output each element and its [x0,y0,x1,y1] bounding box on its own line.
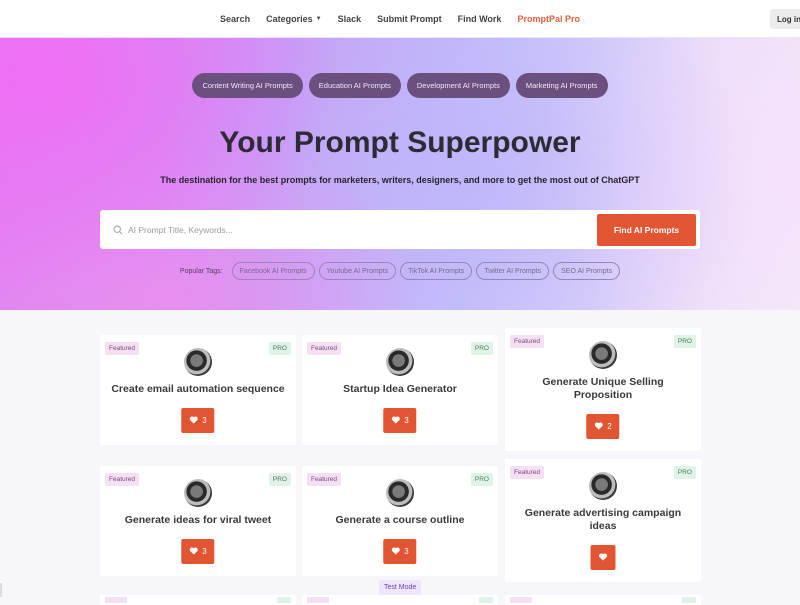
prompt-card[interactable]: Featured PRO Generate ideas for viral tw… [100,466,296,576]
prompt-card-partial[interactable] [505,595,701,605]
nav-submit-prompt[interactable]: Submit Prompt [377,14,442,24]
card-title: Generate a course outline [335,514,465,526]
nav-promptpal-pro[interactable]: PromptPal Pro [517,14,580,24]
heart-icon [189,416,198,426]
nav-search[interactable]: Search [220,14,250,24]
category-pill-marketing[interactable]: Marketing AI Prompts [515,73,608,98]
heart-icon [391,416,400,426]
caret-down-icon: ▼ [315,16,322,23]
category-pill-content-writing[interactable]: Content Writing AI Prompts [192,73,303,98]
featured-badge: Featured [105,473,140,486]
tag-facebook[interactable]: Facebook AI Prompts [231,262,315,280]
search-input[interactable] [126,224,597,235]
side-widget-edge[interactable] [0,583,2,597]
popular-tags: Popular Tags: Facebook AI Prompts Youtub… [0,262,800,280]
tag-tiktok[interactable]: TikTok AI Prompts [400,262,473,280]
featured-badge [105,597,127,603]
prompt-card[interactable]: Featured PRO Generate a course outline 3 [302,466,498,576]
like-button[interactable]: 3 [383,408,417,433]
prompt-card-partial[interactable] [302,595,498,605]
prompt-card[interactable]: Featured PRO Startup Idea Generator 3 [302,335,498,445]
search-bar: Find AI Prompts [100,210,700,249]
nav-find-work[interactable]: Find Work [458,14,502,24]
avatar [589,472,617,500]
featured-badge: Featured [510,466,545,479]
like-count: 3 [202,416,207,425]
avatar [589,341,617,369]
tag-youtube[interactable]: Youtube AI Prompts [318,262,397,280]
nav-categories-label: Categories [266,13,313,24]
card-title: Generate advertising campaign ideas [524,507,682,532]
card-title: Generate Unique Selling Proposition [542,376,664,401]
nav-slack[interactable]: Slack [338,14,362,24]
avatar [184,479,212,507]
pro-badge [682,597,696,603]
tag-seo[interactable]: SEO AI Prompts [553,262,621,280]
heart-icon [391,547,400,557]
nav-categories[interactable]: Categories ▼ [266,14,321,24]
prompt-card[interactable]: Featured PRO Generate Unique Selling Pro… [505,328,701,451]
hero-section: Content Writing AI Prompts Education AI … [0,38,800,310]
pro-badge [277,597,291,603]
category-pill-development[interactable]: Development AI Prompts [406,73,510,98]
pro-badge: PRO [268,473,291,486]
like-button[interactable]: 3 [181,408,215,433]
like-count: 3 [404,547,409,556]
search-icon [110,225,126,235]
tag-twitter[interactable]: Twitter AI Prompts [476,262,550,280]
featured-badge: Featured [307,473,342,486]
pro-badge: PRO [673,466,696,479]
avatar [386,479,414,507]
like-count: 2 [607,422,612,431]
heart-icon [594,422,603,432]
like-button[interactable]: 2 [586,414,620,439]
prompt-card[interactable]: Featured PRO Create email automation seq… [100,335,296,445]
like-button[interactable]: 3 [383,539,417,564]
card-title: Generate ideas for viral tweet [124,514,272,526]
like-count: 3 [202,547,207,556]
featured-badge [510,597,532,603]
featured-badge: Featured [510,335,545,348]
like-button[interactable] [590,545,616,570]
featured-badge: Featured [307,342,342,355]
featured-badge [307,597,329,603]
login-button[interactable]: Log in [770,9,800,29]
prompt-card[interactable]: Featured PRO Generate advertising campai… [505,459,701,582]
avatar [184,348,212,376]
heart-icon [599,553,608,563]
featured-badge: Featured [105,342,140,355]
pro-badge: PRO [470,473,493,486]
pro-badge: PRO [268,342,291,355]
category-pill-education[interactable]: Education AI Prompts [308,73,401,98]
avatar [386,348,414,376]
hero-title: Your Prompt Superpower [219,126,581,159]
top-navigation: Search Categories ▼ Slack Submit Prompt F… [0,0,800,38]
like-count: 3 [404,416,409,425]
prompt-card-partial[interactable] [100,595,296,605]
popular-tags-label: Popular Tags: [179,267,223,275]
pro-badge [479,597,493,603]
pro-badge: PRO [470,342,493,355]
find-prompts-button[interactable]: Find AI Prompts [597,213,696,246]
nav-links: Search Categories ▼ Slack Submit Prompt F… [220,14,580,24]
card-title: Create email automation sequence [111,383,285,395]
pro-badge: PRO [673,335,696,348]
category-pills: Content Writing AI Prompts Education AI … [0,73,800,98]
card-title: Startup Idea Generator [343,383,457,395]
test-mode-badge: Test Mode [379,580,422,595]
hero-subtitle: The destination for the best prompts for… [160,175,640,185]
like-button[interactable]: 3 [181,539,215,564]
heart-icon [189,547,198,557]
